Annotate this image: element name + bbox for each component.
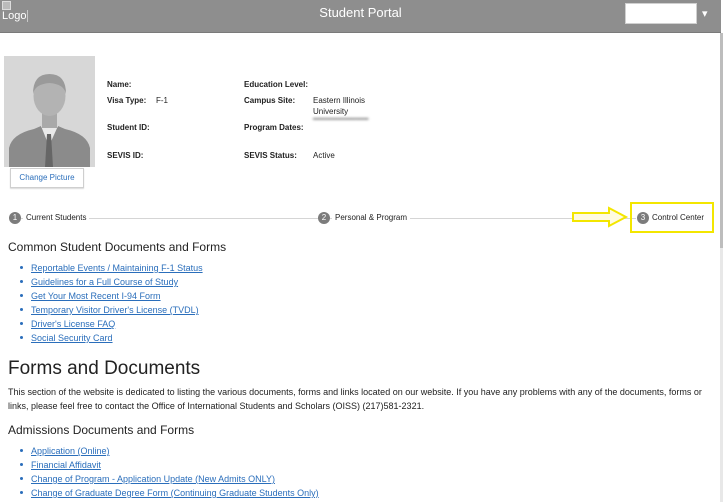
step-1-number[interactable]: 1 (9, 212, 21, 224)
campus-site-label: Campus Site: (244, 96, 296, 105)
link-drivers-license-faq[interactable]: Driver's License FAQ (31, 319, 115, 329)
sevis-id-label: SEVIS ID: (107, 151, 144, 160)
list-item: Social Security Card (18, 331, 203, 345)
link-financial-affidavit[interactable]: Financial Affidavit (31, 460, 101, 470)
header-search-input[interactable] (625, 3, 697, 24)
page-title: Student Portal (319, 5, 402, 20)
forms-heading: Forms and Documents (8, 358, 201, 379)
visa-type-label: Visa Type: (107, 96, 147, 105)
redacted-program-dates: ▔▔▔▔▔▔▔▔▔ (313, 119, 369, 128)
chevron-down-icon[interactable]: ▾ (702, 7, 708, 20)
profile-photo-placeholder (4, 56, 95, 167)
visa-type-value: F-1 (156, 96, 168, 105)
common-docs-heading: Common Student Documents and Forms (8, 240, 227, 254)
list-item: Change of Program - Application Update (… (18, 472, 319, 486)
annotation-arrow-icon (572, 206, 629, 228)
list-item: Guidelines for a Full Course of Study (18, 275, 203, 289)
annotation-highlight-box (630, 202, 714, 233)
link-social-security-card[interactable]: Social Security Card (31, 333, 113, 343)
program-dates-label: Program Dates: (244, 123, 304, 132)
list-item: Get Your Most Recent I-94 Form (18, 289, 203, 303)
change-picture-button[interactable]: Change Picture (10, 168, 84, 188)
link-i94-form[interactable]: Get Your Most Recent I-94 Form (31, 291, 161, 301)
common-docs-list: Reportable Events / Maintaining F-1 Stat… (18, 261, 203, 345)
list-item: Driver's License FAQ (18, 317, 203, 331)
link-change-of-program[interactable]: Change of Program - Application Update (… (31, 474, 275, 484)
link-full-course-guidelines[interactable]: Guidelines for a Full Course of Study (31, 277, 178, 287)
sevis-status-label: SEVIS Status: (244, 151, 297, 160)
student-id-label: Student ID: (107, 123, 150, 132)
forms-description: This section of the website is dedicated… (8, 387, 702, 411)
list-item: Temporary Visitor Driver's License (TVDL… (18, 303, 203, 317)
link-tvdl[interactable]: Temporary Visitor Driver's License (TVDL… (31, 305, 199, 315)
admissions-heading: Admissions Documents and Forms (8, 423, 195, 437)
name-label: Name: (107, 80, 132, 89)
list-item: Application (Online) (18, 444, 319, 458)
education-level-label: Education Level: (244, 80, 309, 89)
top-bar: Logo Student Portal ▾ (0, 0, 721, 33)
list-item: Financial Affidavit (18, 458, 319, 472)
sevis-status-value: Active (313, 151, 335, 160)
campus-site-value: Eastern Illinois University (313, 96, 366, 116)
list-item: Reportable Events / Maintaining F-1 Stat… (18, 261, 203, 275)
step-2-label[interactable]: Personal & Program (332, 213, 411, 222)
admissions-list: Application (Online) Financial Affidavit… (18, 444, 319, 500)
link-reportable-events[interactable]: Reportable Events / Maintaining F-1 Stat… (31, 263, 203, 273)
list-item: Change of Graduate Degree Form (Continui… (18, 486, 319, 500)
avatar-silhouette-icon (4, 56, 95, 167)
link-application-online[interactable]: Application (Online) (31, 446, 110, 456)
step-1-label[interactable]: Current Students (23, 213, 90, 222)
step-2-number[interactable]: 2 (318, 212, 330, 224)
link-change-of-graduate-degree[interactable]: Change of Graduate Degree Form (Continui… (31, 488, 319, 498)
